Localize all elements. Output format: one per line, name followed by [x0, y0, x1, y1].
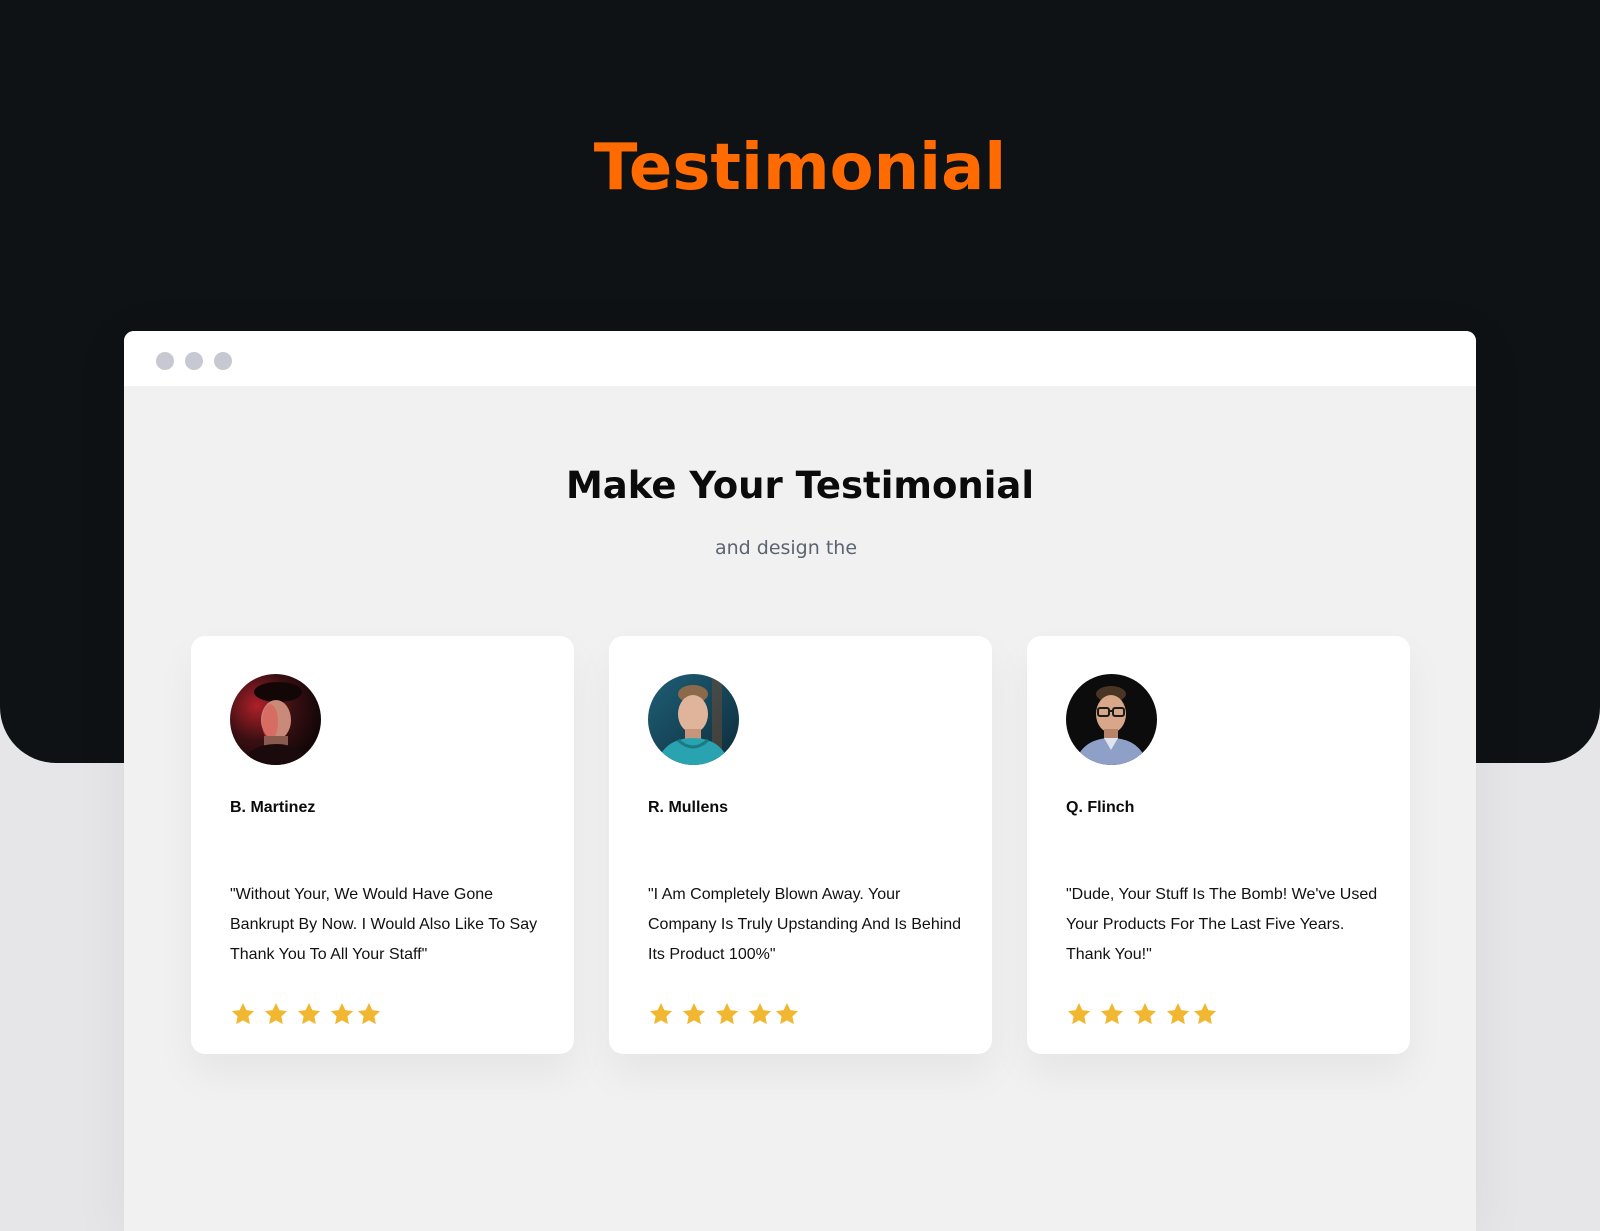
star-icon	[330, 1002, 354, 1025]
star-icon	[1067, 1002, 1091, 1025]
window-dot-icon	[185, 352, 203, 370]
section-subtitle: and design the	[714, 537, 858, 559]
hero-title: Testimonial	[593, 131, 1007, 205]
star-icon	[1193, 1002, 1217, 1025]
star-icon	[297, 1002, 321, 1025]
reviewer-name: Q. Flinch	[1066, 799, 1135, 816]
testimonial-quote: "I Am Completely Blown Away. Your Compan…	[648, 886, 962, 963]
section-title: Make Your Testimonial	[565, 464, 1035, 507]
star-icon	[231, 1002, 255, 1025]
reviewer-name: B. Martinez	[230, 799, 316, 816]
browser-window: Make Your Testimonial and design the B. …	[124, 331, 1476, 1231]
star-icon	[1133, 1002, 1157, 1025]
star-icon	[357, 1002, 381, 1025]
window-dot-icon	[156, 352, 174, 370]
star-rating	[230, 999, 389, 1029]
star-icon	[264, 1002, 288, 1025]
avatar	[648, 674, 739, 765]
testimonial-card: R. Mullens "I Am Completely Blown Away. …	[609, 636, 992, 1054]
testimonial-card: B. Martinez "Without Your, We Would Have…	[191, 636, 574, 1054]
testimonial-card: Q. Flinch "Dude, Your Stuff Is The Bomb!…	[1027, 636, 1410, 1054]
avatar	[230, 674, 321, 765]
star-icon	[748, 1002, 772, 1025]
star-icon	[682, 1002, 706, 1025]
star-rating	[1066, 999, 1225, 1029]
avatar	[1066, 674, 1157, 765]
reviewer-name: R. Mullens	[648, 799, 729, 816]
star-rating	[648, 999, 807, 1029]
testimonial-quote: "Without Your, We Would Have Gone Bankru…	[230, 886, 538, 963]
browser-title-bar	[124, 331, 1476, 386]
testimonial-quote: "Dude, Your Stuff Is The Bomb! We've Use…	[1066, 886, 1378, 963]
star-icon	[1166, 1002, 1190, 1025]
star-icon	[775, 1002, 799, 1025]
star-icon	[649, 1002, 673, 1025]
window-dot-icon	[214, 352, 232, 370]
star-icon	[1100, 1002, 1124, 1025]
star-icon	[715, 1002, 739, 1025]
